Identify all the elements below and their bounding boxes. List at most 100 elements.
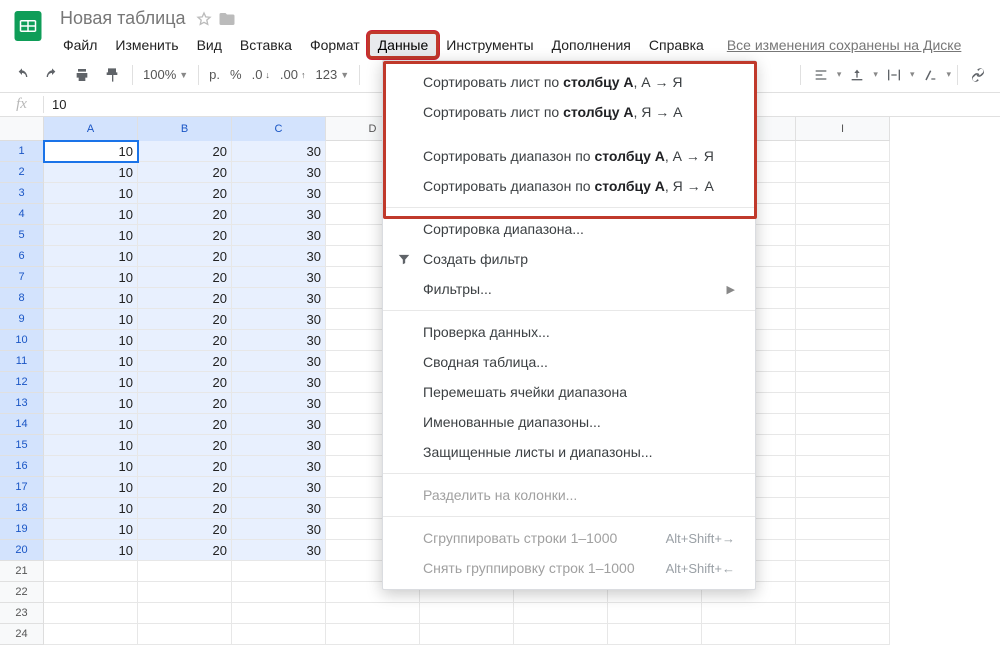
- insert-link-button[interactable]: [964, 61, 992, 89]
- col-header-I[interactable]: I: [796, 117, 890, 141]
- rotate-button[interactable]: [916, 61, 944, 89]
- row-header[interactable]: 21: [0, 561, 44, 582]
- cell[interactable]: 20: [138, 519, 232, 540]
- cell[interactable]: 30: [232, 267, 326, 288]
- cell[interactable]: [138, 582, 232, 603]
- cell[interactable]: [44, 582, 138, 603]
- cell[interactable]: [44, 561, 138, 582]
- menu-item[interactable]: Защищенные листы и диапазоны...: [383, 437, 755, 467]
- menu-item[interactable]: Именованные диапазоны...: [383, 407, 755, 437]
- menu-item[interactable]: Перемешать ячейки диапазона: [383, 377, 755, 407]
- menu-item[interactable]: Сортировка диапазона...: [383, 214, 755, 244]
- cell[interactable]: 30: [232, 162, 326, 183]
- cell[interactable]: 30: [232, 519, 326, 540]
- cell[interactable]: [796, 183, 890, 204]
- row-header[interactable]: 15: [0, 435, 44, 456]
- cell[interactable]: [796, 246, 890, 267]
- row-header[interactable]: 20: [0, 540, 44, 561]
- menu-item[interactable]: Сортировать лист по столбцу A, А → Я: [383, 67, 755, 97]
- cell[interactable]: 30: [232, 330, 326, 351]
- cell[interactable]: 10: [44, 456, 138, 477]
- cell[interactable]: 10: [44, 225, 138, 246]
- cell[interactable]: 30: [232, 225, 326, 246]
- row-header[interactable]: 22: [0, 582, 44, 603]
- paint-format-button[interactable]: [98, 61, 126, 89]
- folder-icon[interactable]: [218, 10, 236, 28]
- row-header[interactable]: 16: [0, 456, 44, 477]
- row-header[interactable]: 10: [0, 330, 44, 351]
- cell[interactable]: 20: [138, 225, 232, 246]
- row-header[interactable]: 6: [0, 246, 44, 267]
- row-header[interactable]: 23: [0, 603, 44, 624]
- cell[interactable]: 20: [138, 288, 232, 309]
- app-logo[interactable]: [8, 6, 48, 46]
- cell[interactable]: 20: [138, 414, 232, 435]
- cell[interactable]: 20: [138, 141, 232, 162]
- cell[interactable]: [326, 603, 420, 624]
- print-button[interactable]: [68, 61, 96, 89]
- number-format-button[interactable]: 123▼: [312, 67, 354, 82]
- cell[interactable]: [796, 204, 890, 225]
- cell[interactable]: 10: [44, 288, 138, 309]
- cell[interactable]: 30: [232, 246, 326, 267]
- cell[interactable]: [796, 330, 890, 351]
- menu-формат[interactable]: Формат: [301, 33, 369, 57]
- cell[interactable]: 20: [138, 162, 232, 183]
- cell[interactable]: 10: [44, 309, 138, 330]
- cell[interactable]: [608, 624, 702, 645]
- halign-button[interactable]: [807, 61, 835, 89]
- cell[interactable]: [796, 582, 890, 603]
- star-icon[interactable]: [196, 11, 212, 27]
- cell[interactable]: 10: [44, 519, 138, 540]
- cell[interactable]: 20: [138, 456, 232, 477]
- cell[interactable]: 20: [138, 477, 232, 498]
- row-header[interactable]: 19: [0, 519, 44, 540]
- cell[interactable]: [796, 225, 890, 246]
- menu-изменить[interactable]: Изменить: [106, 33, 187, 57]
- cell[interactable]: 30: [232, 477, 326, 498]
- cell[interactable]: 30: [232, 372, 326, 393]
- cell[interactable]: 30: [232, 393, 326, 414]
- cell[interactable]: [138, 561, 232, 582]
- cell[interactable]: 20: [138, 204, 232, 225]
- col-header-B[interactable]: B: [138, 117, 232, 141]
- menu-файл[interactable]: Файл: [54, 33, 106, 57]
- cell[interactable]: 10: [44, 477, 138, 498]
- cell[interactable]: 10: [44, 141, 138, 162]
- menu-item[interactable]: Сортировать диапазон по столбцу A, А → Я: [383, 141, 755, 171]
- redo-button[interactable]: [38, 61, 66, 89]
- cell[interactable]: [420, 624, 514, 645]
- cell[interactable]: 20: [138, 246, 232, 267]
- cell[interactable]: 10: [44, 330, 138, 351]
- row-header[interactable]: 4: [0, 204, 44, 225]
- cell[interactable]: 20: [138, 330, 232, 351]
- cell[interactable]: 10: [44, 435, 138, 456]
- doc-title[interactable]: Новая таблица: [56, 6, 190, 31]
- cell[interactable]: 20: [138, 498, 232, 519]
- cell[interactable]: [796, 267, 890, 288]
- cell[interactable]: 10: [44, 246, 138, 267]
- cell[interactable]: [796, 540, 890, 561]
- row-header[interactable]: 2: [0, 162, 44, 183]
- menu-item[interactable]: Сортировать лист по столбцу A, Я → А: [383, 97, 755, 127]
- cell[interactable]: 30: [232, 309, 326, 330]
- cell[interactable]: [796, 162, 890, 183]
- cell[interactable]: 30: [232, 414, 326, 435]
- col-header-C[interactable]: C: [232, 117, 326, 141]
- cell[interactable]: [420, 603, 514, 624]
- cell[interactable]: [232, 561, 326, 582]
- row-header[interactable]: 11: [0, 351, 44, 372]
- undo-button[interactable]: [8, 61, 36, 89]
- cell[interactable]: [796, 498, 890, 519]
- cell[interactable]: 10: [44, 414, 138, 435]
- cell[interactable]: 30: [232, 498, 326, 519]
- cell[interactable]: 10: [44, 162, 138, 183]
- cell[interactable]: [232, 624, 326, 645]
- cell[interactable]: 30: [232, 540, 326, 561]
- cell[interactable]: 10: [44, 540, 138, 561]
- cell[interactable]: 10: [44, 204, 138, 225]
- cell[interactable]: [702, 603, 796, 624]
- cell[interactable]: [702, 624, 796, 645]
- zoom-select[interactable]: 100%▼: [139, 67, 192, 82]
- menu-item[interactable]: Сводная таблица...: [383, 347, 755, 377]
